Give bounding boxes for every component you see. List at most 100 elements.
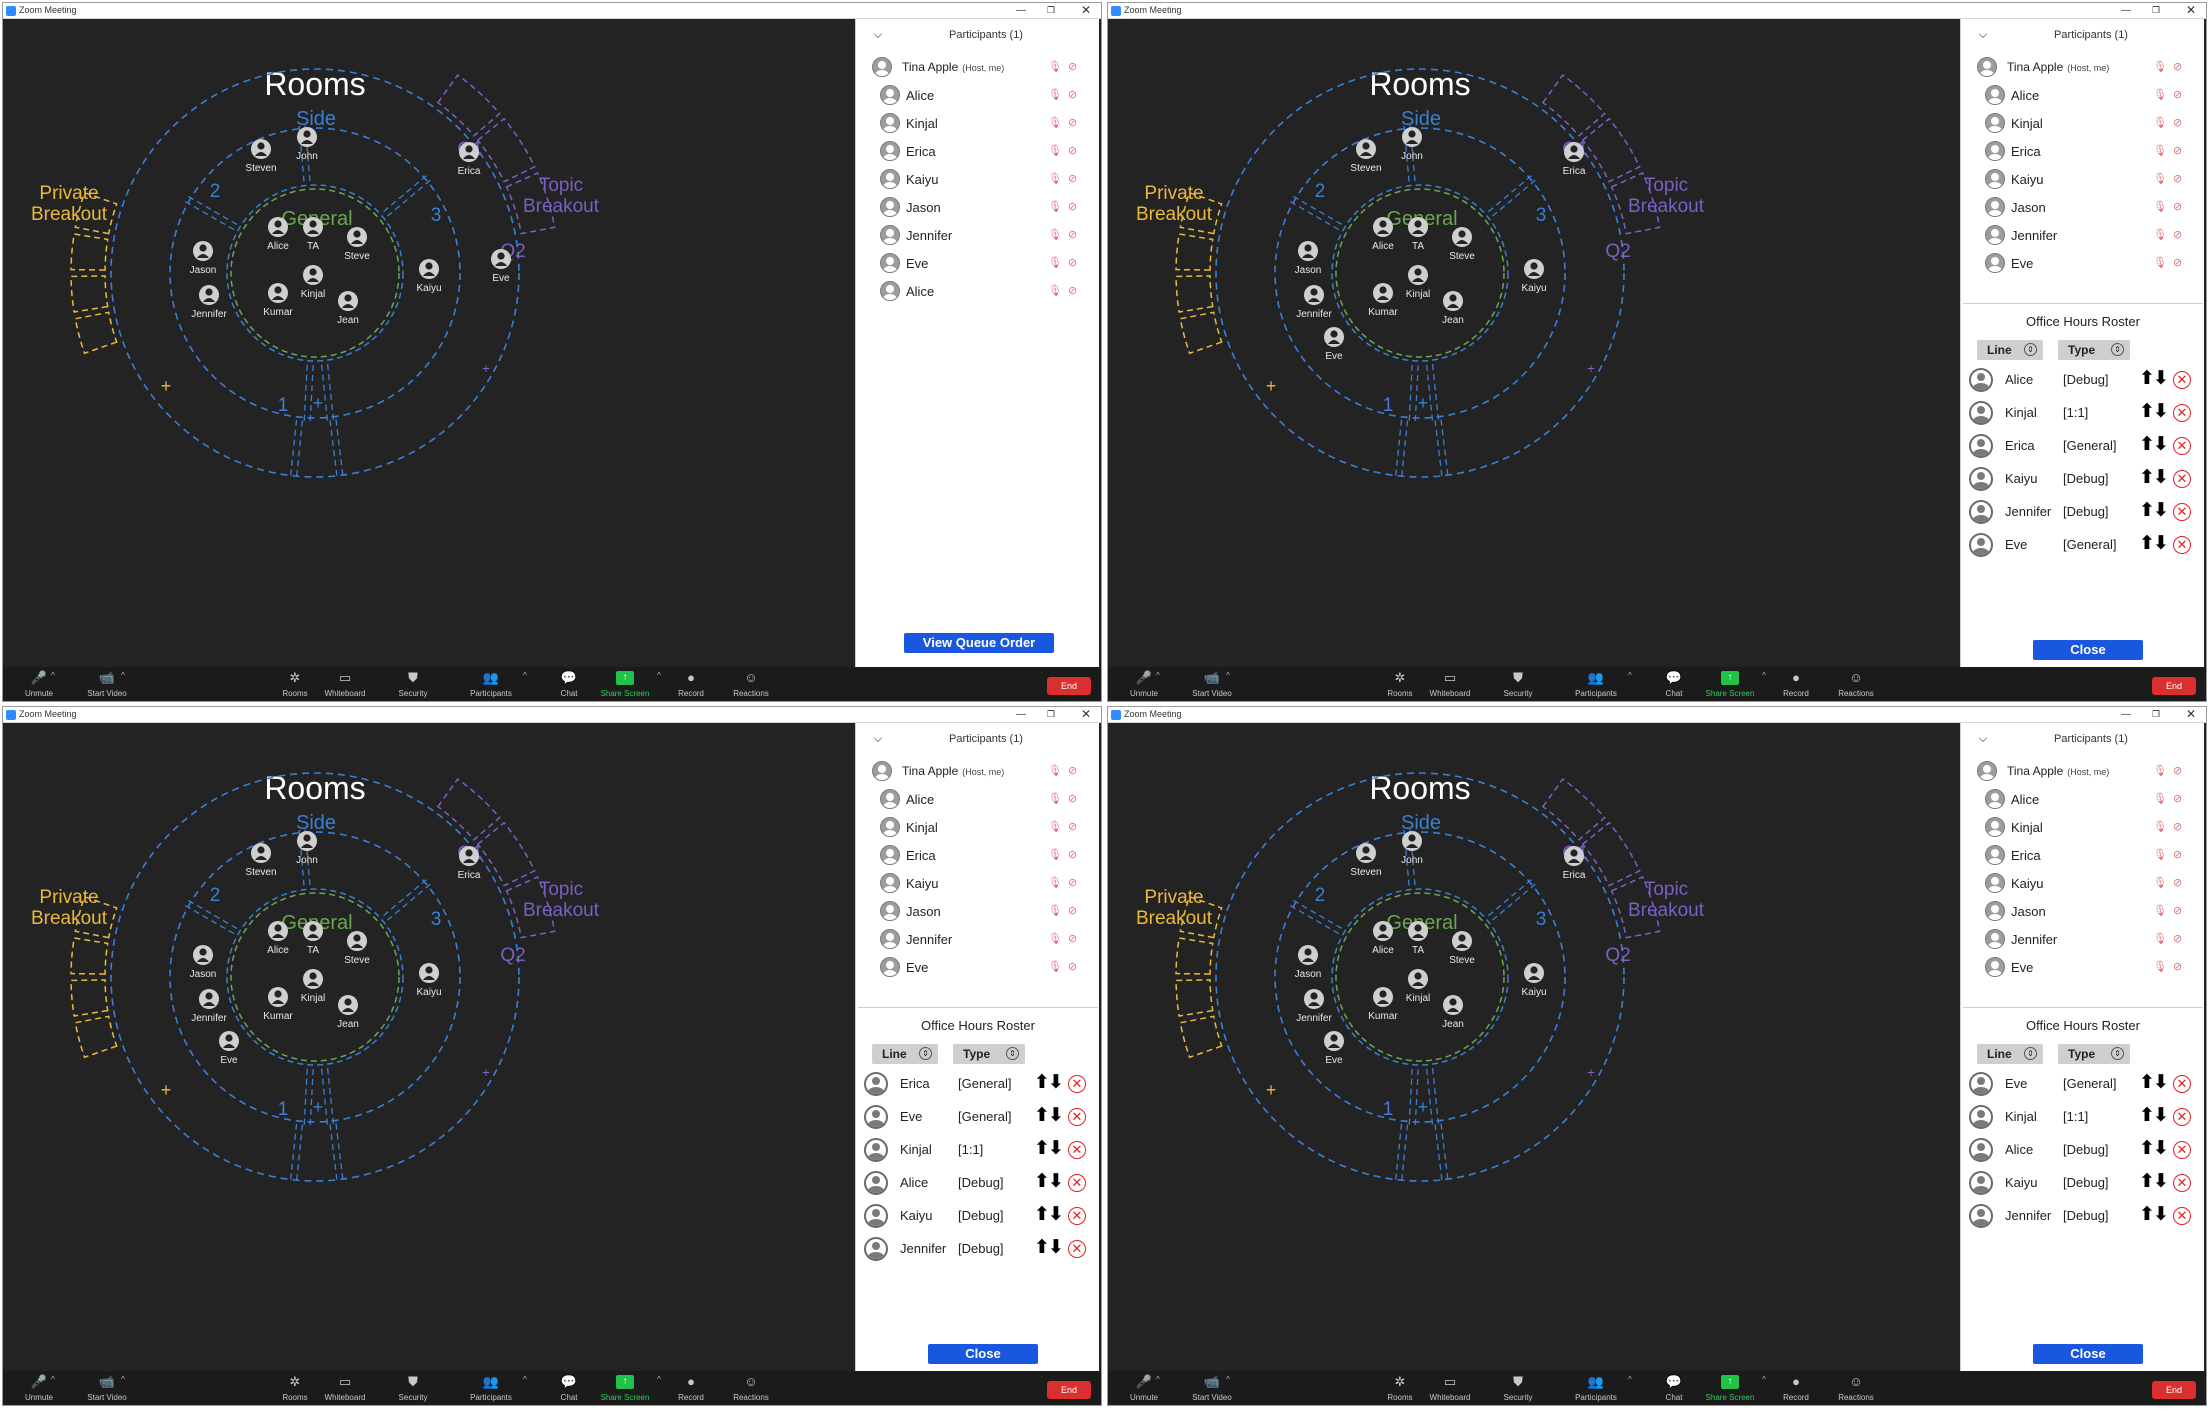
participant-row[interactable]: Eve 🎙 ⊘ xyxy=(1973,249,2199,277)
toolbar-video-off[interactable]: 📹 Start Video xyxy=(77,671,137,699)
toolbar-record[interactable]: ● Record xyxy=(661,1375,721,1403)
video-off-icon[interactable]: ⊘ xyxy=(2173,256,2182,269)
person-avatar[interactable]: TA xyxy=(1408,217,1428,252)
caret-up-icon[interactable]: ^ xyxy=(523,671,527,680)
caret-up-icon[interactable]: ^ xyxy=(51,671,55,680)
person-avatar[interactable]: Alice xyxy=(267,921,289,956)
caret-up-icon[interactable]: ^ xyxy=(1628,1375,1632,1384)
participant-row[interactable]: Alice 🎙 ⊘ xyxy=(868,785,1094,813)
video-off-icon[interactable]: ⊘ xyxy=(2173,88,2182,101)
toolbar-whiteboard[interactable]: ▭ Whiteboard xyxy=(315,671,375,699)
mic-off-icon[interactable]: 🎙 xyxy=(2153,256,2167,269)
participant-row[interactable]: Kaiyu 🎙 ⊘ xyxy=(868,165,1094,193)
participant-row[interactable]: Jason 🎙 ⊘ xyxy=(1973,193,2199,221)
minimize-icon[interactable]: — xyxy=(2113,3,2139,19)
person-avatar[interactable]: Kaiyu xyxy=(416,963,442,998)
view-queue-order-button[interactable]: View Queue Order xyxy=(904,633,1054,653)
mic-off-icon[interactable]: 🎙 xyxy=(1048,904,1062,917)
toolbar-shield[interactable]: ⛊ Security xyxy=(383,671,443,699)
remove-icon[interactable]: ✕ xyxy=(2173,371,2191,389)
person-avatar[interactable]: Eve xyxy=(1324,1031,1344,1066)
end-meeting-button[interactable]: End xyxy=(1047,1381,1091,1399)
mic-off-icon[interactable]: 🎙 xyxy=(2153,876,2167,889)
video-off-icon[interactable]: ⊘ xyxy=(1068,144,1077,157)
private-breakout-slot[interactable] xyxy=(74,1015,118,1059)
participant-row[interactable]: Jason 🎙 ⊘ xyxy=(868,897,1094,925)
remove-icon[interactable]: ✕ xyxy=(1068,1141,1086,1159)
remove-icon[interactable]: ✕ xyxy=(1068,1108,1086,1126)
participant-row-host[interactable]: Tina Apple (Host, me) 🎙 ⊘ xyxy=(868,53,1094,81)
participant-row[interactable]: Alice 🎙 ⊘ xyxy=(1973,785,2199,813)
remove-icon[interactable]: ✕ xyxy=(1068,1240,1086,1258)
person-avatar[interactable]: Steven xyxy=(245,139,277,174)
participant-row[interactable]: Kaiyu 🎙 ⊘ xyxy=(1973,869,2199,897)
participant-row[interactable]: Eve 🎙 ⊘ xyxy=(1973,953,2199,981)
toolbar-reactions[interactable]: ☺ Reactions xyxy=(721,1375,781,1403)
close-icon[interactable]: ✕ xyxy=(2178,707,2204,723)
restore-icon[interactable]: ❐ xyxy=(1038,3,1064,19)
video-off-icon[interactable]: ⊘ xyxy=(1068,792,1077,805)
toolbar-mic-muted[interactable]: 🎤 Unmute xyxy=(1114,1375,1174,1403)
participant-row[interactable]: Kinjal 🎙 ⊘ xyxy=(868,109,1094,137)
participant-row-host[interactable]: Tina Apple (Host, me) 🎙 ⊘ xyxy=(868,757,1094,785)
move-down-icon[interactable]: ⬇ xyxy=(2153,1139,2169,1159)
sort-type-button[interactable]: Type ⇕ xyxy=(2058,1044,2130,1064)
topic-breakout-slot[interactable] xyxy=(436,74,501,137)
sort-type-button[interactable]: Type ⇕ xyxy=(2058,340,2130,360)
person-avatar[interactable]: Jennifer xyxy=(191,285,227,320)
move-down-icon[interactable]: ⬇ xyxy=(1048,1106,1064,1126)
mic-off-icon[interactable]: 🎙 xyxy=(1048,932,1062,945)
toolbar-video-off[interactable]: 📹 Start Video xyxy=(1182,1375,1242,1403)
video-off-icon[interactable]: ⊘ xyxy=(2173,60,2182,73)
mic-off-icon[interactable]: 🎙 xyxy=(1048,960,1062,973)
mic-off-icon[interactable]: 🎙 xyxy=(1048,228,1062,241)
end-meeting-button[interactable]: End xyxy=(2152,1381,2196,1399)
toolbar-video-off[interactable]: 📹 Start Video xyxy=(1182,671,1242,699)
move-down-icon[interactable]: ⬇ xyxy=(2153,435,2169,455)
person-avatar[interactable]: TA xyxy=(303,217,323,252)
toolbar-video-off[interactable]: 📹 Start Video xyxy=(77,1375,137,1403)
restore-icon[interactable]: ❐ xyxy=(2143,3,2169,19)
private-breakout-slot[interactable] xyxy=(70,233,109,271)
participant-row[interactable]: Jennifer 🎙 ⊘ xyxy=(1973,925,2199,953)
video-off-icon[interactable]: ⊘ xyxy=(2173,144,2182,157)
person-avatar[interactable]: Alice xyxy=(267,217,289,252)
video-off-icon[interactable]: ⊘ xyxy=(1068,228,1077,241)
remove-icon[interactable]: ✕ xyxy=(2173,1108,2191,1126)
video-off-icon[interactable]: ⊘ xyxy=(2173,792,2182,805)
person-avatar[interactable]: Jean xyxy=(1442,291,1464,326)
person-avatar[interactable]: Steve xyxy=(1449,931,1475,966)
remove-icon[interactable]: ✕ xyxy=(1068,1075,1086,1093)
person-avatar[interactable]: John xyxy=(296,831,318,866)
move-down-icon[interactable]: ⬇ xyxy=(2153,501,2169,521)
private-breakout-slot[interactable] xyxy=(1179,311,1223,355)
end-meeting-button[interactable]: End xyxy=(1047,677,1091,695)
caret-up-icon[interactable]: ^ xyxy=(121,1375,125,1384)
participant-row[interactable]: Kinjal 🎙 ⊘ xyxy=(1973,109,2199,137)
restore-icon[interactable]: ❐ xyxy=(2143,707,2169,723)
minimize-icon[interactable]: — xyxy=(1008,3,1034,19)
video-off-icon[interactable]: ⊘ xyxy=(1068,820,1077,833)
person-avatar[interactable]: John xyxy=(1401,831,1423,866)
toolbar-mic-muted[interactable]: 🎤 Unmute xyxy=(1114,671,1174,699)
chevron-down-icon[interactable] xyxy=(1979,734,1987,742)
toolbar-reactions[interactable]: ☺ Reactions xyxy=(1826,1375,1886,1403)
toolbar-mic-muted[interactable]: 🎤 Unmute xyxy=(9,671,69,699)
caret-up-icon[interactable]: ^ xyxy=(1762,671,1766,680)
toolbar-participants[interactable]: 👥 Participants xyxy=(1566,1375,1626,1403)
video-off-icon[interactable]: ⊘ xyxy=(1068,848,1077,861)
video-off-icon[interactable]: ⊘ xyxy=(1068,60,1077,73)
mic-off-icon[interactable]: 🎙 xyxy=(2153,764,2167,777)
person-avatar[interactable]: Kumar xyxy=(1368,283,1398,318)
topic-breakout-slot[interactable] xyxy=(476,821,536,887)
minimize-icon[interactable]: — xyxy=(1008,707,1034,723)
participant-row[interactable]: Jason 🎙 ⊘ xyxy=(868,193,1094,221)
mic-off-icon[interactable]: 🎙 xyxy=(1048,848,1062,861)
toolbar-chat[interactable]: 💬 Chat xyxy=(539,671,599,699)
person-avatar[interactable]: Kinjal xyxy=(1406,265,1430,300)
toolbar-share-screen[interactable]: ↑ Share Screen xyxy=(1700,1375,1760,1402)
topic-breakout-slot[interactable] xyxy=(1581,821,1641,887)
remove-icon[interactable]: ✕ xyxy=(2173,536,2191,554)
private-breakout-slot[interactable] xyxy=(70,937,109,975)
person-avatar[interactable]: Jean xyxy=(337,995,359,1030)
